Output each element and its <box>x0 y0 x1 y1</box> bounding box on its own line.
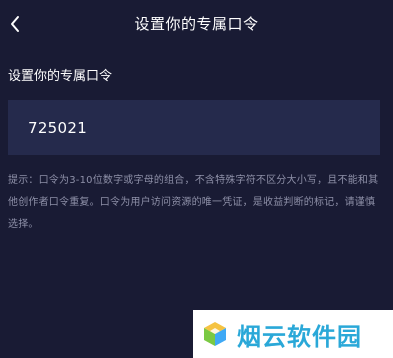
code-field-label: 设置你的专属口令 <box>8 69 113 84</box>
page-title: 设置你的专属口令 <box>134 15 259 33</box>
nav-bar: 设置你的专属口令 <box>0 0 393 48</box>
cube-logo-icon <box>204 322 226 346</box>
code-input[interactable] <box>28 100 358 155</box>
hint-text: 提示：口令为3-10位数字或字母的组合，不含特殊字符不区分大小写，且不能和其他创… <box>8 175 379 230</box>
watermark: 烟云软件园 <box>193 310 393 358</box>
code-input-container[interactable] <box>8 100 380 155</box>
watermark-text: 烟云软件园 <box>237 322 362 351</box>
